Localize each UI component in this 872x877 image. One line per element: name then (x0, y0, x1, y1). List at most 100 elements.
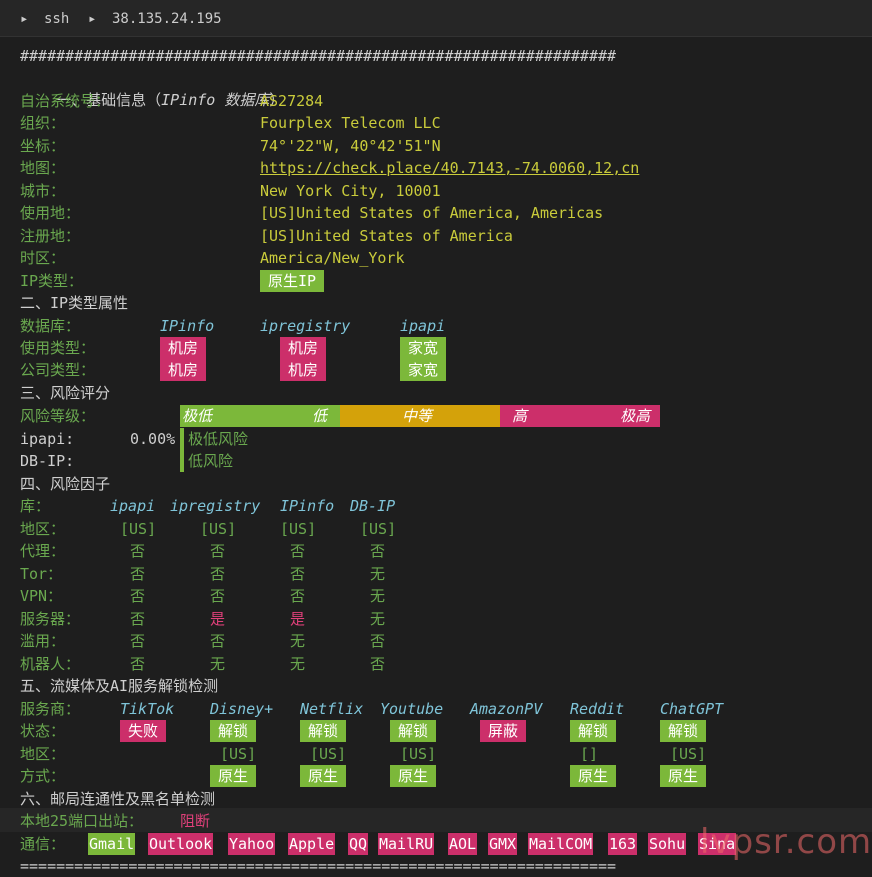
terminal-output[interactable]: ########################################… (0, 37, 872, 875)
s5-mode-badge: 原生 (390, 765, 437, 787)
risk-scale-very-low-label: 极低 (182, 407, 213, 425)
s4-cell: 否 (290, 565, 306, 583)
s6-provider-badge: Yahoo (228, 833, 276, 855)
breadcrumb-host[interactable]: 38.135.24.195 (112, 11, 222, 27)
s3-ipapi-marker (180, 428, 184, 450)
s5-mode-badge: 原生 (300, 765, 347, 787)
title-bar: ▸ ssh ▸ 38.135.24.195 (0, 0, 872, 37)
map-link[interactable]: https://check.place/40.7143,-74.0060,12,… (260, 157, 639, 179)
risk-scale-mid-segment: 中等 (340, 405, 500, 427)
s5-svc-label: 服务商： (20, 700, 81, 718)
s5-status-badge: 解锁 (210, 720, 257, 742)
s5-region: [US] (310, 745, 347, 763)
s4-col-ipregistry: ipregistry (170, 497, 261, 515)
s1-label: 时区： (20, 249, 66, 267)
risk-scale-high-label: 高 (512, 407, 528, 425)
s5-status-badge: 屏蔽 (480, 720, 527, 742)
s4-cell: 否 (370, 542, 386, 560)
s2-company-ipinfo-badge: 机房 (160, 359, 207, 381)
s4-cell: 无 (290, 655, 306, 673)
s5-region: [] (580, 745, 599, 763)
s4-cell: 否 (130, 632, 146, 650)
s4-cell: 否 (130, 655, 146, 673)
s4-cell: 是 (210, 610, 226, 628)
s4-cell: 无 (370, 610, 386, 628)
s1-label: 坐标： (20, 137, 66, 155)
s1-value: [US]United States of America (260, 227, 513, 245)
s2-db-ipregistry: ipregistry (260, 317, 351, 335)
s5-service-name: Netflix (300, 700, 364, 718)
s6-provider-badge: Outlook (148, 833, 214, 855)
tab-arrow-icon[interactable]: ▸ (20, 11, 28, 27)
s4-cell: 否 (290, 542, 306, 560)
s4-col-ipapi: ipapi (110, 497, 156, 515)
s1-value: AS27284 (260, 92, 324, 110)
risk-scale-low-label: 低 (312, 407, 328, 425)
s4-cell: 否 (130, 587, 146, 605)
watermark-logo: lvpsr.com (700, 822, 872, 862)
section5-title: 五、流媒体及AI服务解锁检测 (20, 677, 219, 695)
risk-scale-very-high-label: 极高 (620, 407, 651, 425)
s5-service-name: ChatGPT (660, 700, 724, 718)
s1-value: New York City, 10001 (260, 182, 441, 200)
s4-db-label: 库： (20, 497, 51, 515)
s5-service-name: Reddit (570, 700, 625, 718)
s3-ipapi-score: 0.00% (130, 430, 176, 448)
s5-status-badge: 解锁 (390, 720, 437, 742)
section4-title: 四、风险因子 (20, 475, 111, 493)
s3-dbip-marker (180, 450, 184, 472)
s5-service-name: AmazonPV (470, 700, 543, 718)
s1-value: Fourplex Telecom LLC (260, 114, 441, 132)
s6-provider-badge: 163 (608, 833, 638, 855)
risk-scale-mid-label: 中等 (402, 407, 433, 425)
s6-provider-badge: MailCOM (528, 833, 594, 855)
s4-cell: 否 (370, 655, 386, 673)
s5-mode-badge: 原生 (570, 765, 617, 787)
s4-cell: 是 (290, 610, 306, 628)
s4-cell: [US] (280, 520, 317, 538)
s4-cell: 无 (370, 587, 386, 605)
s6-provider-badge: AOL (448, 833, 478, 855)
s1-value: 74°'22"W, 40°42'51"N (260, 137, 441, 155)
s4-cell: [US] (360, 520, 397, 538)
s5-region: [US] (670, 745, 707, 763)
ip-type-badge: 原生IP (260, 270, 325, 292)
s5-mode-label: 方式： (20, 767, 66, 785)
s5-mode-badge: 原生 (210, 765, 257, 787)
s1-label: 自治系统号： (20, 92, 111, 110)
section3-title: 三、风险评分 (20, 384, 111, 402)
s4-cell: 否 (210, 632, 226, 650)
section1-title: 一、基础信息（IPinfo 数据库） (56, 91, 285, 109)
s1-label: 注册地： (20, 227, 81, 245)
s5-status-label: 状态： (20, 722, 66, 740)
s4-row-label: VPN： (20, 587, 63, 605)
s4-row-label: Tor： (20, 565, 63, 583)
s3-dbip-text: 低风险 (188, 452, 234, 470)
s1-value: [US]United States of America, Americas (260, 204, 604, 222)
s3-ipapi-label: ipapi: (20, 430, 75, 448)
s1-label: 地图： (20, 159, 66, 177)
s4-row-label: 代理： (20, 542, 66, 560)
s1-label: 城市： (20, 182, 66, 200)
s5-status-badge: 解锁 (570, 720, 617, 742)
s4-row-label: 机器人： (20, 655, 81, 673)
s4-cell: 否 (130, 565, 146, 583)
s2-usage-ipinfo-badge: 机房 (160, 337, 207, 359)
s5-service-name: TikTok (120, 700, 175, 718)
risk-scale-low-segment: 极低 低 (180, 405, 340, 427)
s1-label: IP类型： (20, 272, 84, 290)
s2-company-ipapi-badge: 家宽 (400, 359, 447, 381)
s4-cell: 无 (210, 655, 226, 673)
s4-cell: 否 (210, 542, 226, 560)
tab-ssh[interactable]: ssh (44, 11, 69, 27)
s2-usage-ipapi-badge: 家宽 (400, 337, 447, 359)
s6-port-label: 本地25端口出站： (20, 812, 144, 830)
s4-cell: 无 (370, 565, 386, 583)
s3-dbip-label: DB-IP: (20, 452, 75, 470)
section2-title: 二、IP类型属性 (20, 294, 129, 312)
s4-cell: 否 (290, 587, 306, 605)
section6-title: 六、邮局连通性及黑名单检测 (20, 790, 216, 808)
s5-region-label: 地区： (20, 745, 66, 763)
s4-cell: 否 (210, 587, 226, 605)
s5-mode-badge: 原生 (660, 765, 707, 787)
